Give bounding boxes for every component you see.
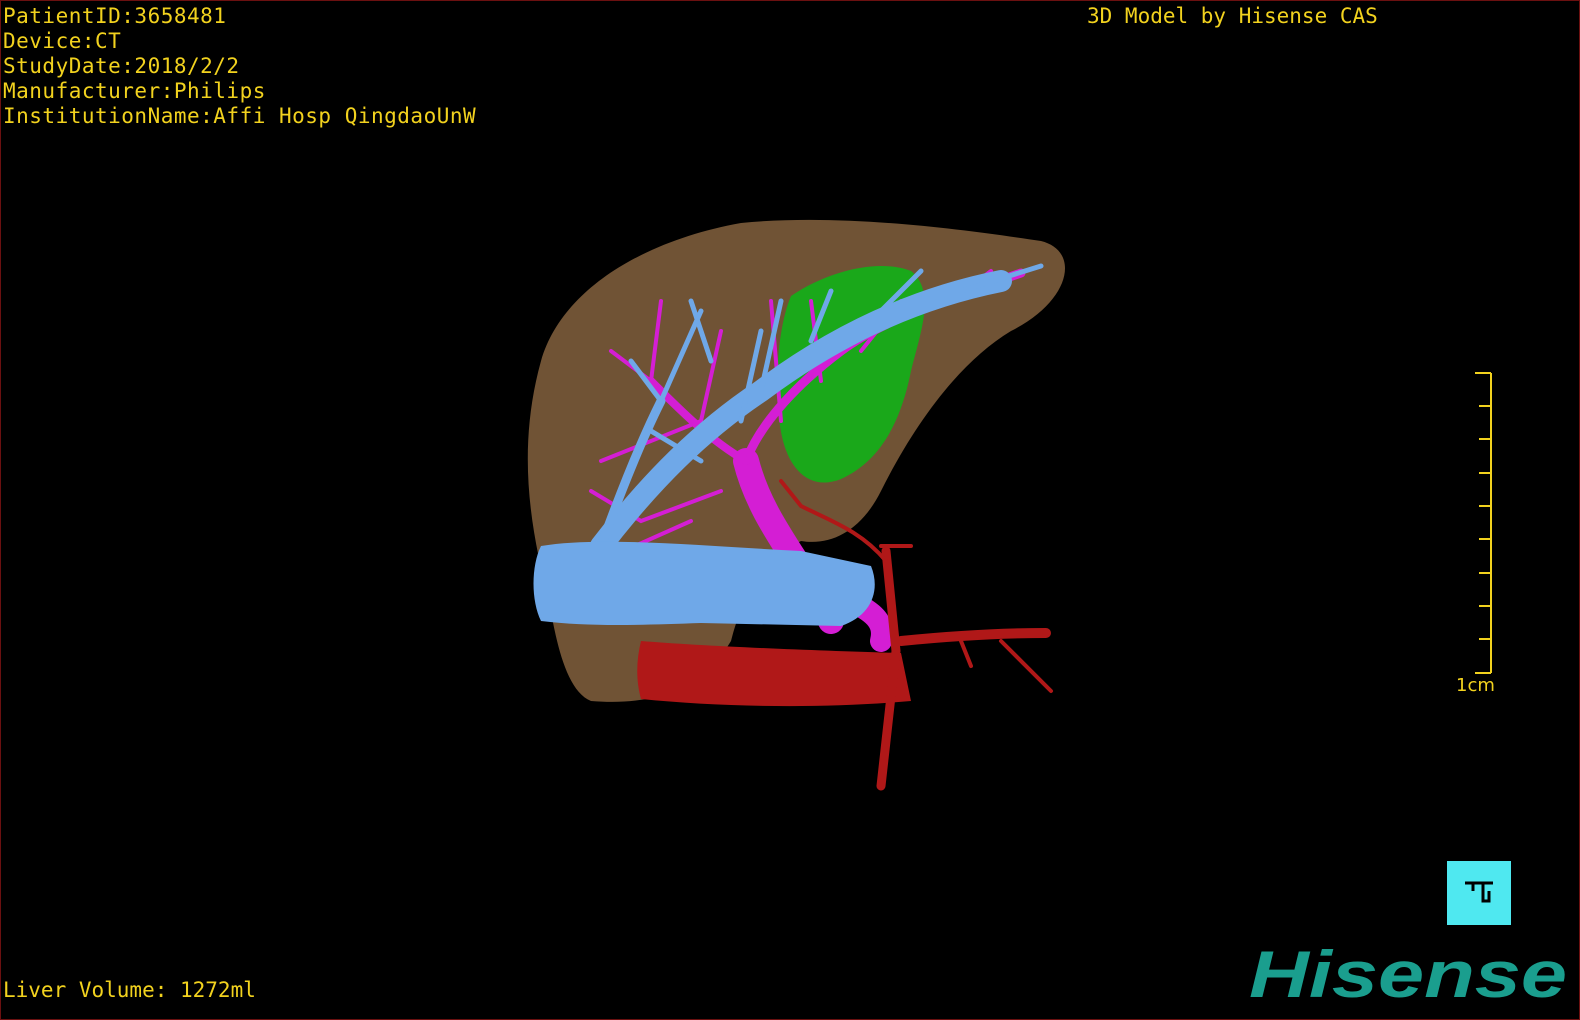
scale-bar-label: 1cm xyxy=(1456,675,1495,696)
model-credit: 3D Model by Hisense CAS xyxy=(1087,4,1378,28)
device-label: Device:CT xyxy=(3,29,122,53)
aorta xyxy=(637,641,911,707)
study-date-label: StudyDate:2018/2/2 xyxy=(3,54,240,78)
manufacturer-label: Manufacturer:Philips xyxy=(3,79,266,103)
liver-3d-model[interactable] xyxy=(1,1,1580,1020)
view-reset-button[interactable] xyxy=(1447,861,1511,925)
view-reset-icon xyxy=(1465,881,1493,903)
institution-label: InstitutionName:Affi Hosp QingdaoUnW xyxy=(3,104,477,128)
hisense-logo: Hisense xyxy=(1249,941,1567,1009)
scale-bar xyxy=(1475,372,1492,674)
inferior-vena-cava xyxy=(533,541,875,626)
3d-viewport[interactable]: PatientID:3658481 Device:CT StudyDate:20… xyxy=(0,0,1580,1020)
patient-id-label: PatientID:3658481 xyxy=(3,4,227,28)
hisense-logo-text: Hisense xyxy=(1249,941,1567,1009)
liver-volume-label: Liver Volume: 1272ml xyxy=(3,978,256,1002)
